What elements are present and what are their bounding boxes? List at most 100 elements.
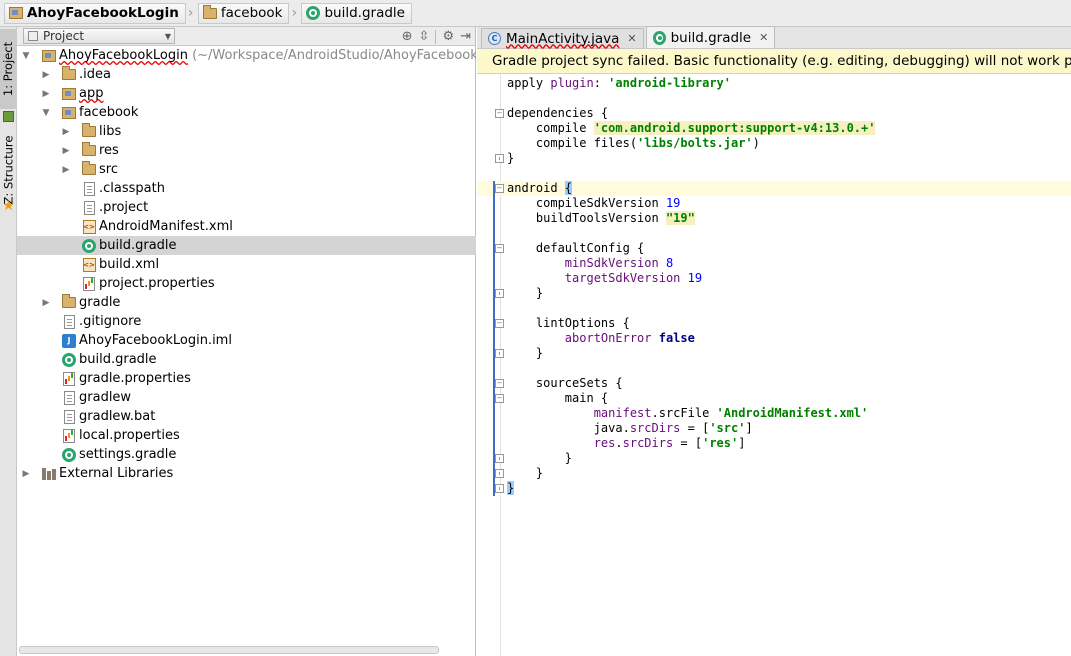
code-token: abortOnError [564,331,652,345]
tree-item[interactable]: ▼ facebook [17,103,476,122]
view-mode-label: Project [43,29,85,43]
scroll-from-source-icon[interactable]: ⊕ [402,29,413,44]
fold-end-icon[interactable] [495,454,504,463]
tree-item[interactable]: .project [17,198,476,217]
close-icon[interactable]: ✕ [759,31,768,44]
tree-item[interactable]: .gitignore [17,312,476,331]
tree-item[interactable]: gradlew.bat [17,407,476,426]
breadcrumb-separator: › [187,5,194,21]
code-token: minSdkVersion [564,256,659,270]
code-line: java.srcDirs = ['src'] [477,421,1071,436]
code-token: 8 [665,256,674,270]
code-token: 'libs/bolts.jar' [637,136,753,150]
tree-item[interactable]: build.gradle [17,350,476,369]
tree-item[interactable]: .classpath [17,179,476,198]
code-token: compileSdkVersion [507,196,666,210]
tree-item-label: res [99,143,119,158]
fold-collapse-icon[interactable]: − [495,394,504,403]
tree-item[interactable]: project.properties [17,274,476,293]
fold-end-icon[interactable] [495,289,504,298]
tree-item[interactable]: settings.gradle [17,445,476,464]
tree-item-label: facebook [79,105,138,120]
tree-item[interactable]: gradle.properties [17,369,476,388]
tree-item[interactable]: <> build.xml [17,255,476,274]
gradle-icon [652,30,666,45]
expanded-arrow-icon[interactable]: ▼ [41,108,51,118]
editor-tab-label: build.gradle [670,29,752,46]
fold-end-icon[interactable] [495,349,504,358]
tree-item[interactable]: ▼ AhoyFacebookLogin (~/Workspace/AndroidS… [17,46,476,65]
code-token: . [615,436,623,450]
code-token: } [507,466,544,480]
module-folder-icon [42,49,56,62]
tree-item-label: .project [99,200,148,215]
collapsed-arrow-icon[interactable]: ▶ [61,165,71,175]
gear-icon[interactable]: ⚙ [442,29,454,44]
text-file-icon [83,181,95,196]
fold-collapse-icon[interactable]: − [495,319,504,328]
code-text: } [507,481,515,496]
tree-item[interactable]: ▶ .idea [17,65,476,84]
code-text: java.srcDirs = ['src'] [507,421,753,436]
code-line: res.srcDirs = ['res'] [477,436,1071,451]
code-text: compileSdkVersion 19 [507,196,681,211]
fold-collapse-icon[interactable]: − [495,109,504,118]
tree-item-name: settings.gradle [79,447,177,462]
hide-panel-icon[interactable]: ⇥ [460,29,471,44]
editor-tab[interactable]: build.gradle ✕ [645,26,776,48]
favorites-star-icon[interactable]: ★ [1,199,16,214]
code-token: 'AndroidManifest.xml' [716,406,869,420]
fold-collapse-icon[interactable]: − [495,244,504,253]
collapsed-arrow-icon[interactable]: ▶ [21,469,31,479]
tree-item[interactable]: ▶ libs [17,122,476,141]
collapsed-arrow-icon[interactable]: ▶ [41,70,51,80]
collapsed-arrow-icon[interactable]: ▶ [61,127,71,137]
tree-item[interactable]: <> AndroidManifest.xml [17,217,476,236]
breadcrumb-item[interactable]: facebook [197,2,290,24]
code-text: dependencies { [507,106,608,121]
view-mode-dropdown[interactable]: Project ▼ [23,28,175,44]
collapsed-arrow-icon[interactable]: ▶ [41,298,51,308]
tool-window-tab-structure-label: Z: Structure [1,135,16,205]
tree-item[interactable]: build.gradle [17,236,476,255]
collapsed-arrow-icon[interactable]: ▶ [41,89,51,99]
tree-item[interactable]: ▶ gradle [17,293,476,312]
tree-item[interactable]: J AhoyFacebookLogin.iml [17,331,476,350]
fold-collapse-icon[interactable]: − [495,184,504,193]
code-token: : [593,76,609,90]
tool-window-tab-project[interactable]: 1: Project [0,29,17,109]
tree-item[interactable]: ▶ External Libraries [17,464,476,483]
fold-end-icon[interactable] [495,154,504,163]
tree-item-label: build.xml [99,257,159,272]
fold-end-icon[interactable] [495,484,504,493]
libraries-icon [41,467,57,480]
text-file-icon [63,314,75,329]
editor-tab[interactable]: C MainActivity.java ✕ [481,28,644,48]
code-token: main { [507,391,609,405]
tree-item-icon [81,200,97,216]
folder-icon [202,4,217,19]
tree-item[interactable]: ▶ res [17,141,476,160]
tree-item[interactable]: local.properties [17,426,476,445]
code-editor[interactable]: apply plugin: 'android-library' − dependen… [477,74,1071,656]
collapsed-arrow-icon[interactable]: ▶ [61,146,71,156]
code-token: 19 [665,196,681,210]
expanded-arrow-icon[interactable]: ▼ [21,51,31,61]
tree-item[interactable]: gradlew [17,388,476,407]
close-icon[interactable]: ✕ [627,32,636,45]
breadcrumb-item[interactable]: AhoyFacebookLogin [4,2,186,24]
fold-collapse-icon[interactable]: − [495,379,504,388]
code-token: lintOptions { [507,316,630,330]
tree-item-name: .project [99,200,149,215]
breadcrumb-item[interactable]: build.gradle [301,2,412,24]
tree-item-name: libs [99,124,122,139]
code-token: res [593,436,616,450]
collapse-all-icon[interactable]: ⇳ [419,29,430,44]
tree-item[interactable]: ▶ src [17,160,476,179]
horizontal-scrollbar[interactable] [19,646,439,654]
tree-item[interactable]: ▶ app [17,84,476,103]
fold-end-icon[interactable] [495,469,504,478]
